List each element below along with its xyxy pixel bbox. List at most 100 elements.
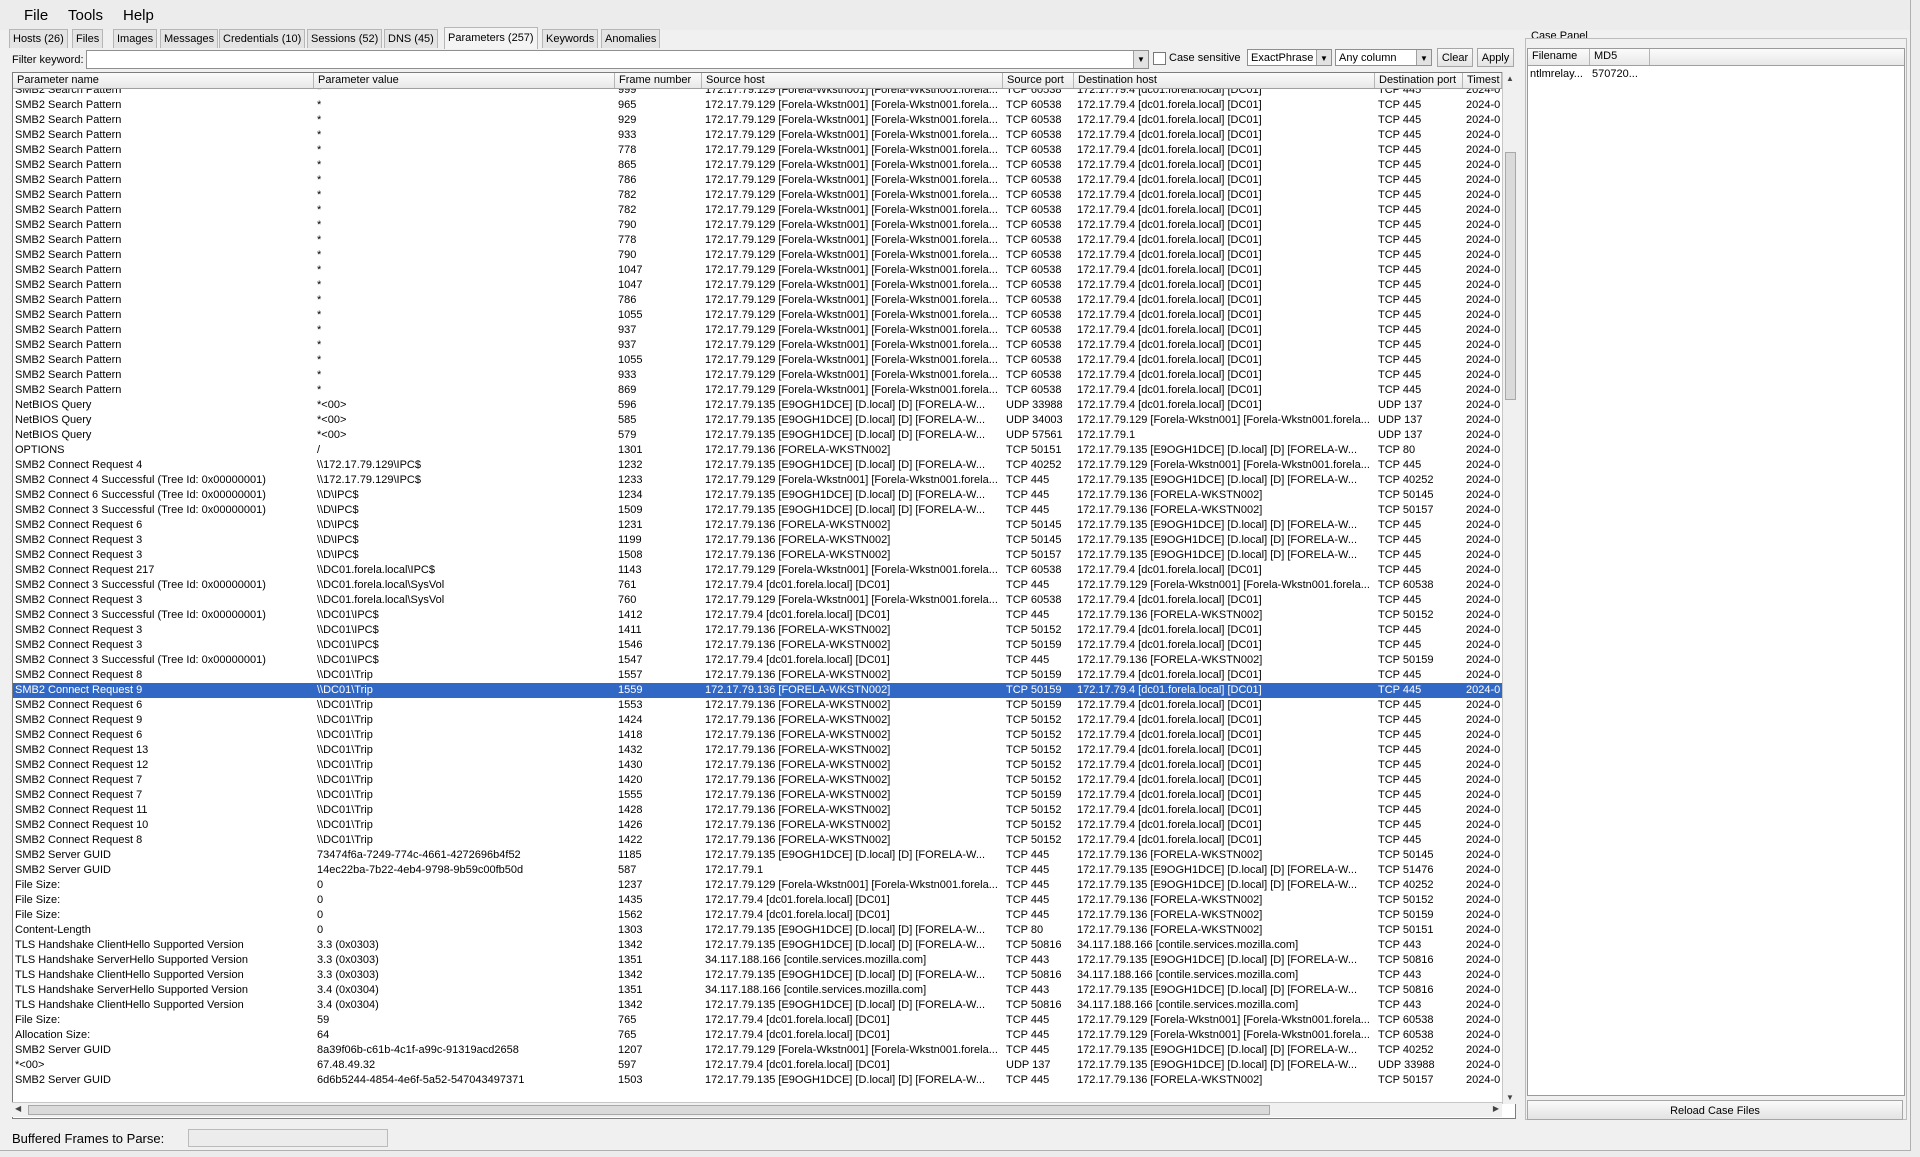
column-header-md5[interactable]: MD5	[1590, 49, 1650, 65]
table-row[interactable]: OPTIONS / 1301 172.17.79.136 [FORELA-WKSTN0…	[13, 443, 1502, 458]
table-row[interactable]: SMB2 Search Pattern * 965 172.17.79.129 [Fo…	[13, 98, 1502, 113]
table-row[interactable]: SMB2 Search Pattern * 778 172.17.79.129 [Fo…	[13, 143, 1502, 158]
table-row[interactable]: SMB2 Connect Request 9 \\DC01\Trip 1424 172…	[13, 713, 1502, 728]
table-row[interactable]: File Size: 0 1237 172.17.79.129 [Forela-Wks…	[13, 878, 1502, 893]
tab-dns[interactable]: DNS (45)	[384, 29, 438, 48]
column-header-filename[interactable]: Filename	[1528, 49, 1590, 65]
table-row[interactable]: TLS Handshake ServerHello Supported Vers…	[13, 983, 1502, 998]
reload-case-files-button[interactable]: Reload Case Files	[1527, 1100, 1903, 1120]
table-row[interactable]: SMB2 Connect 4 Successful (Tree Id: 0x00…	[13, 473, 1502, 488]
table-row[interactable]: SMB2 Search Pattern * 869 172.17.79.129 [Fo…	[13, 383, 1502, 398]
table-row[interactable]: SMB2 Server GUID 14ec22ba-7b22-4eb4-9798-…	[13, 863, 1502, 878]
menu-tools[interactable]: Tools	[68, 7, 103, 24]
table-row[interactable]: SMB2 Connect Request 6 \\D\IPC$ 1231 172.17…	[13, 518, 1502, 533]
table-row[interactable]: TLS Handshake ServerHello Supported Vers…	[13, 953, 1502, 968]
table-row[interactable]: SMB2 Search Pattern * 933 172.17.79.129 [Fo…	[13, 368, 1502, 383]
table-row[interactable]: Content-Length 0 1303 172.17.79.135 [E9OGH1…	[13, 923, 1502, 938]
table-row[interactable]: SMB2 Connect Request 7 \\DC01\Trip 1555 172…	[13, 788, 1502, 803]
table-row[interactable]: SMB2 Search Pattern * 1055 172.17.79.129 [F…	[13, 353, 1502, 368]
table-row[interactable]: SMB2 Connect 3 Successful (Tree Id: 0x00…	[13, 653, 1502, 668]
table-row[interactable]: SMB2 Connect 3 Successful (Tree Id: 0x00…	[13, 608, 1502, 623]
table-row[interactable]: SMB2 Connect Request 3 \\DC01.forela.loca…	[13, 593, 1502, 608]
table-row[interactable]: SMB2 Connect Request 13 \\DC01\Trip 1432 17…	[13, 743, 1502, 758]
column-header-timestamp[interactable]: Timest	[1463, 73, 1502, 88]
table-row[interactable]: SMB2 Connect Request 8 \\DC01\Trip 1557 172…	[13, 668, 1502, 683]
table-row[interactable]: File Size: 0 1435 172.17.79.4 [dc01.forela.…	[13, 893, 1502, 908]
clear-button[interactable]: Clear	[1437, 48, 1473, 67]
table-row[interactable]: NetBIOS Query *<00> 585 172.17.79.135 [E9OG…	[13, 413, 1502, 428]
table-row[interactable]: TLS Handshake ClientHello Supported Vers…	[13, 968, 1502, 983]
table-row[interactable]: SMB2 Connect 3 Successful (Tree Id: 0x00…	[13, 503, 1502, 518]
table-row[interactable]: File Size: 59 765 172.17.79.4 [dc01.forela.…	[13, 1013, 1502, 1028]
tab-parameters[interactable]: Parameters (257)	[444, 27, 538, 49]
table-row[interactable]: NetBIOS Query *<00> 579 172.17.79.135 [E9OG…	[13, 428, 1502, 443]
table-row[interactable]: SMB2 Search Pattern * 782 172.17.79.129 [Fo…	[13, 203, 1502, 218]
tab-files[interactable]: Files	[72, 29, 104, 48]
menu-file[interactable]: File	[24, 7, 48, 24]
table-row[interactable]: SMB2 Search Pattern * 790 172.17.79.129 [Fo…	[13, 218, 1502, 233]
horizontal-scroll-thumb[interactable]	[28, 1105, 1270, 1115]
table-row[interactable]: TLS Handshake ClientHello Supported Vers…	[13, 998, 1502, 1013]
scroll-right-icon[interactable]: ▶	[1493, 1104, 1499, 1113]
table-vertical-scrollbar[interactable]: ▲ ▼	[1502, 72, 1517, 1104]
column-scope-select[interactable]: Any column ▼	[1335, 49, 1432, 66]
table-row[interactable]: SMB2 Connect Request 3 \\DC01\IPC$ 1411 172…	[13, 623, 1502, 638]
table-row[interactable]: SMB2 Search Pattern * 937 172.17.79.129 [Fo…	[13, 323, 1502, 338]
table-row[interactable]: *<00> 67.48.49.32 597 172.17.79.4 [dc01.for…	[13, 1058, 1502, 1073]
table-row[interactable]: SMB2 Connect Request 3 \\DC01\IPC$ 1546 172…	[13, 638, 1502, 653]
table-row[interactable]: SMB2 Connect Request 11 \\DC01\Trip 1428 17…	[13, 803, 1502, 818]
table-row[interactable]: SMB2 Connect Request 3 \\D\IPC$ 1508 172.17…	[13, 548, 1502, 563]
table-row[interactable]: SMB2 Server GUID 6d6b5244-4854-4e6f-5a52-…	[13, 1073, 1502, 1088]
tab-keywords[interactable]: Keywords	[542, 29, 599, 48]
column-header-destination-host[interactable]: Destination host	[1074, 73, 1375, 88]
table-row[interactable]: SMB2 Connect 6 Successful (Tree Id: 0x00…	[13, 488, 1502, 503]
table-row[interactable]: SMB2 Search Pattern * 933 172.17.79.129 [Fo…	[13, 128, 1502, 143]
table-row[interactable]: SMB2 Search Pattern * 1055 172.17.79.129 [F…	[13, 308, 1502, 323]
table-row[interactable]: SMB2 Connect 3 Successful (Tree Id: 0x00…	[13, 578, 1502, 593]
table-body[interactable]: SMB2 Search Pattern * 999 172.17.79.129 [Fo…	[13, 83, 1502, 1110]
table-row[interactable]: SMB2 Search Pattern * 790 172.17.79.129 [Fo…	[13, 248, 1502, 263]
table-row[interactable]: SMB2 Search Pattern * 782 172.17.79.129 [Fo…	[13, 188, 1502, 203]
scroll-down-icon[interactable]: ▼	[1506, 1093, 1514, 1102]
table-row[interactable]: TLS Handshake ClientHello Supported Vers…	[13, 938, 1502, 953]
chevron-down-icon[interactable]: ▼	[1416, 50, 1431, 65]
table-row[interactable]: File Size: 0 1562 172.17.79.4 [dc01.forela.…	[13, 908, 1502, 923]
table-row[interactable]: SMB2 Search Pattern * 929 172.17.79.129 [Fo…	[13, 113, 1502, 128]
vertical-scroll-thumb[interactable]	[1505, 152, 1516, 400]
table-horizontal-scrollbar[interactable]: ◀ ▶	[12, 1102, 1502, 1117]
column-header-source-host[interactable]: Source host	[702, 73, 1003, 88]
tab-images[interactable]: Images	[113, 29, 158, 48]
table-row[interactable]: SMB2 Connect Request 6 \\DC01\Trip 1418 172…	[13, 728, 1502, 743]
match-mode-select[interactable]: ExactPhrase ▼	[1247, 49, 1332, 66]
table-row[interactable]: SMB2 Search Pattern * 1047 172.17.79.129 [F…	[13, 278, 1502, 293]
tab-credentials[interactable]: Credentials (10)	[219, 29, 306, 48]
table-row[interactable]: SMB2 Connect Request 3 \\D\IPC$ 1199 172.17…	[13, 533, 1502, 548]
tab-anomalies[interactable]: Anomalies	[601, 29, 661, 48]
table-row[interactable]: SMB2 Connect Request 217 \\DC01.forela.lo…	[13, 563, 1502, 578]
table-row[interactable]: SMB2 Search Pattern * 865 172.17.79.129 [Fo…	[13, 158, 1502, 173]
table-row[interactable]: SMB2 Search Pattern * 786 172.17.79.129 [Fo…	[13, 293, 1502, 308]
table-row[interactable]: SMB2 Connect Request 9 \\DC01\Trip 1559 172…	[13, 683, 1502, 698]
filter-keyword-input[interactable]: ▼	[86, 50, 1149, 69]
scroll-up-icon[interactable]: ▲	[1506, 74, 1514, 83]
apply-button[interactable]: Apply	[1477, 48, 1514, 67]
table-row[interactable]: SMB2 Server GUID 8a39f06b-c61b-4c1f-a99c-…	[13, 1043, 1502, 1058]
case-file-row[interactable]: ntlmrelay... 570720...	[1528, 67, 1904, 82]
table-row[interactable]: SMB2 Search Pattern * 937 172.17.79.129 [Fo…	[13, 338, 1502, 353]
column-header-source-port[interactable]: Source port	[1003, 73, 1074, 88]
tab-hosts[interactable]: Hosts (26)	[9, 29, 68, 48]
column-header-parameter-name[interactable]: Parameter name	[13, 73, 314, 88]
column-header-parameter-value[interactable]: Parameter value	[314, 73, 615, 88]
case-sensitive-checkbox[interactable]	[1153, 52, 1166, 65]
table-row[interactable]: Allocation Size: 64 765 172.17.79.4 [dc01.f…	[13, 1028, 1502, 1043]
chevron-down-icon[interactable]: ▼	[1316, 50, 1331, 65]
table-row[interactable]: SMB2 Connect Request 8 \\DC01\Trip 1422 172…	[13, 833, 1502, 848]
menu-help[interactable]: Help	[123, 7, 154, 24]
table-row[interactable]: SMB2 Connect Request 7 \\DC01\Trip 1420 172…	[13, 773, 1502, 788]
table-row[interactable]: SMB2 Connect Request 6 \\DC01\Trip 1553 172…	[13, 698, 1502, 713]
table-row[interactable]: SMB2 Connect Request 12 \\DC01\Trip 1430 17…	[13, 758, 1502, 773]
table-row[interactable]: SMB2 Search Pattern * 786 172.17.79.129 [Fo…	[13, 173, 1502, 188]
table-row[interactable]: SMB2 Connect Request 4 \\172.17.79.129\IP…	[13, 458, 1502, 473]
table-row[interactable]: SMB2 Connect Request 10 \\DC01\Trip 1426 17…	[13, 818, 1502, 833]
table-row[interactable]: SMB2 Server GUID 73474f6a-7249-774c-4661-…	[13, 848, 1502, 863]
